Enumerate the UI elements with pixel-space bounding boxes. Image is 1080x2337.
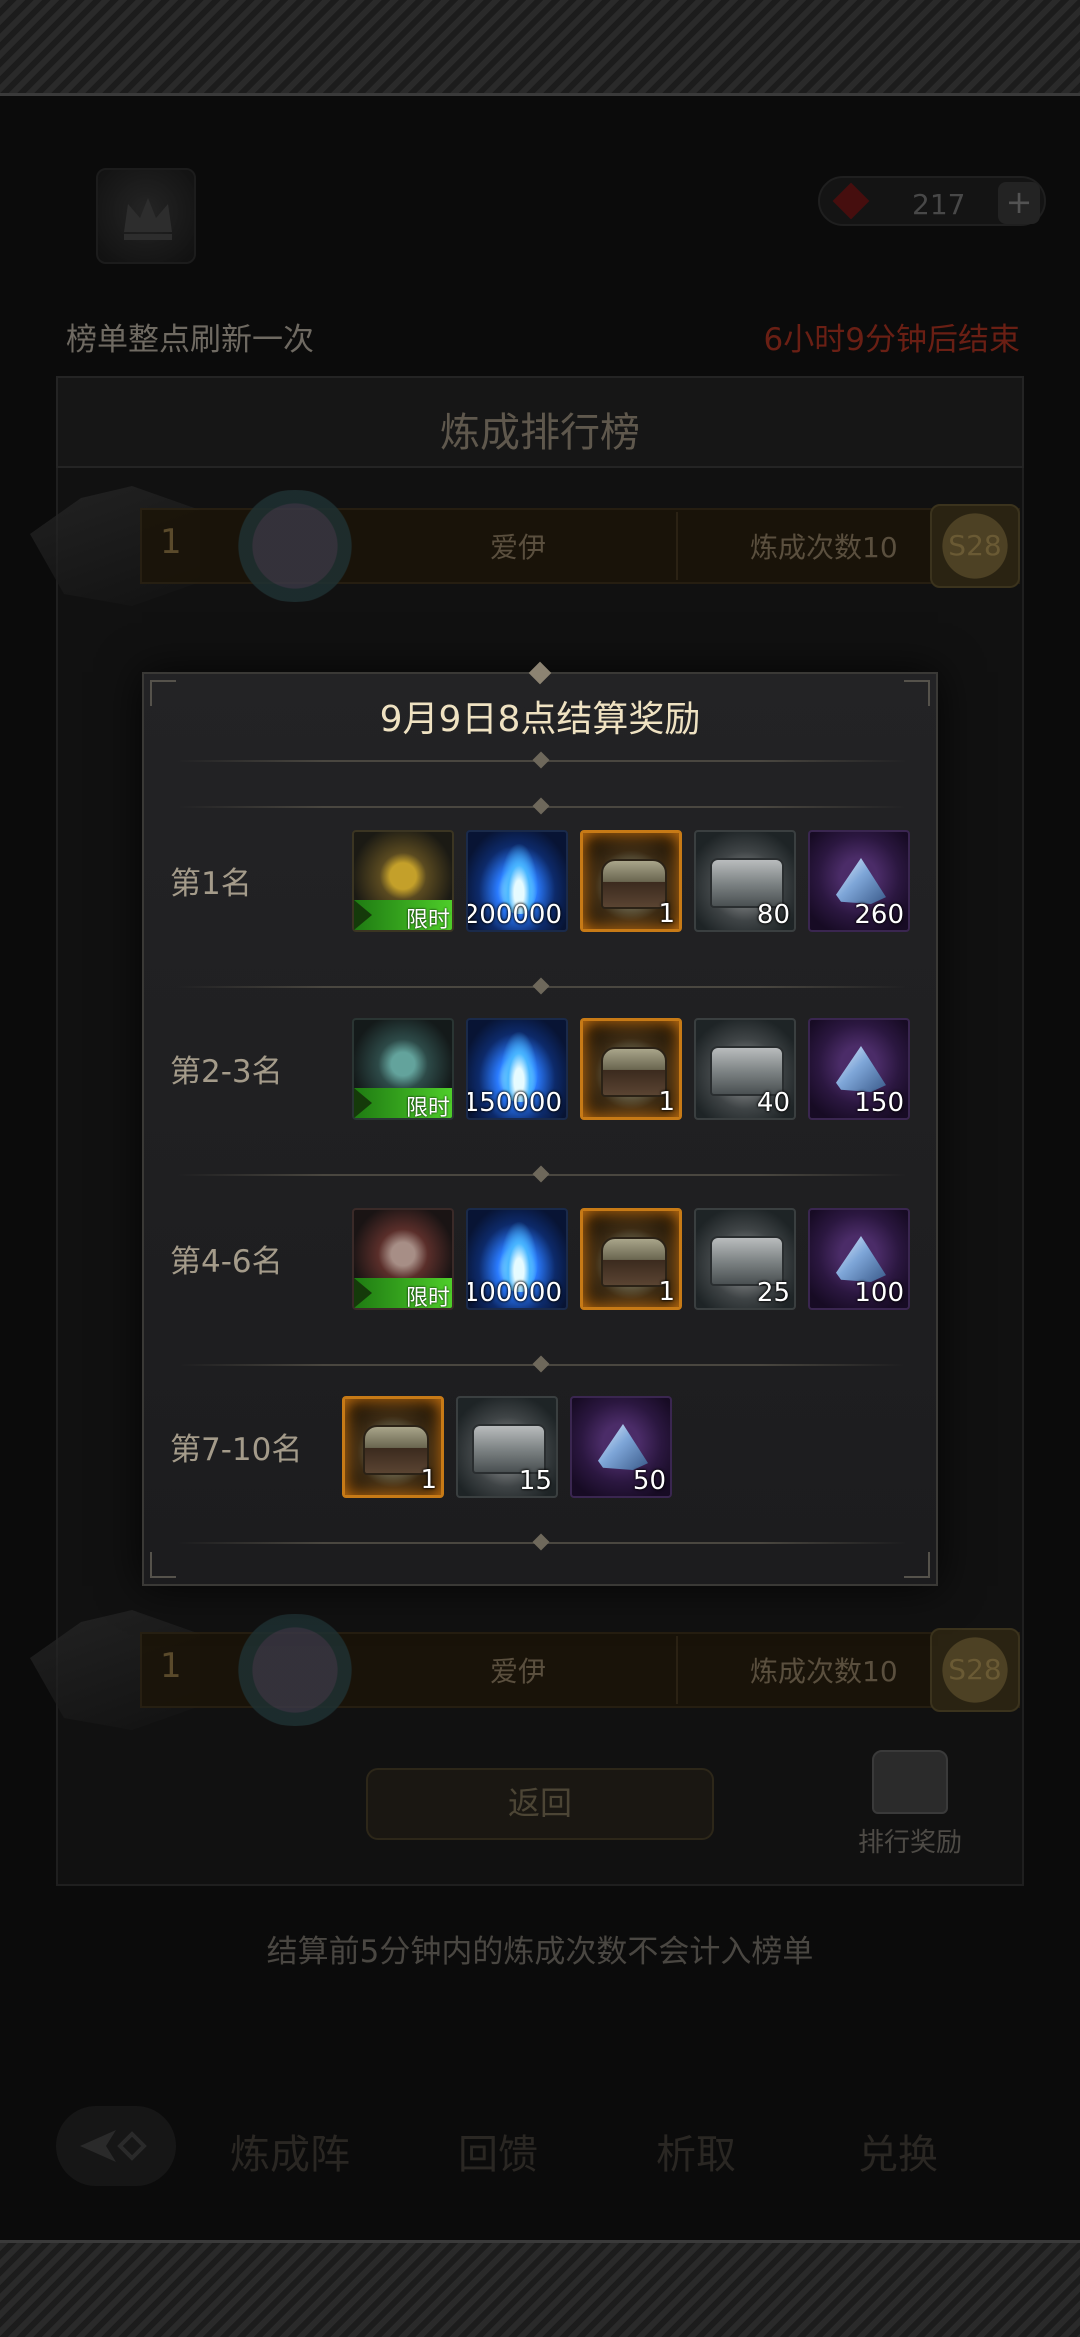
item-quantity: 100 [854,1278,904,1308]
tier-label: 第4-6名 [170,1244,283,1280]
divider [178,1364,906,1366]
blue-flame-icon[interactable]: 200000 [466,830,568,932]
ranking-row[interactable]: 1 爱伊 炼成次数10 S28 [30,1610,1050,1730]
tab-refine-array[interactable]: 炼成阵 [230,2122,350,2180]
golden-chest-icon[interactable]: 1 [580,1208,682,1310]
reward-dialog: 9月9日8点结算奖励 第1名 限时 200000 1 80 260 第2-3名 限时 15000… [142,661,940,1586]
crown-icon [124,198,172,240]
silver-chest-icon[interactable]: 40 [694,1018,796,1120]
rank-number: 1 [160,522,182,562]
tier-label: 第1名 [170,866,252,902]
chest-icon [872,1750,948,1814]
ranking-row[interactable]: 1 爱伊 炼成次数10 S28 [30,486,1050,606]
server-badge: S28 [930,504,1020,588]
ruby-icon [832,182,870,220]
crystal-icon[interactable]: 260 [808,830,910,932]
ranking-reward-label: 排行奖励 [857,1828,962,1858]
refine-count: 炼成次数10 [750,1655,898,1688]
ranking-title-bar: 炼成排行榜 [56,376,1024,468]
silver-chest-icon[interactable]: 80 [694,830,796,932]
player-name: 爱伊 [490,531,547,564]
item-quantity: 1 [420,1465,437,1495]
corner-ornament [150,1552,176,1578]
golden-chest-icon[interactable]: 1 [580,830,682,932]
item-quantity: 1 [658,1277,675,1307]
back-button[interactable]: 返回 [366,1768,714,1840]
reward-tier: 第7-10名 1 15 50 [144,1390,940,1502]
crystal-icon[interactable]: 50 [570,1396,672,1498]
limited-tag: 限时 [354,1088,452,1118]
silver-chest-icon[interactable]: 15 [456,1396,558,1498]
item-quantity: 25 [756,1278,790,1308]
ranking-reward-button[interactable]: 排行奖励 [850,1750,970,1870]
golden-chest-icon[interactable]: 1 [580,1018,682,1120]
diamond-back-icon [80,2130,147,2162]
divider [178,1174,906,1176]
golden-chest-icon[interactable]: 1 [342,1396,444,1498]
golden-beast-icon[interactable]: 限时 [352,830,454,932]
row-divider [676,512,678,580]
divider [178,806,906,808]
dialog-title: 9月9日8点结算奖励 [379,699,701,740]
item-quantity: 40 [756,1088,790,1118]
corner-ornament [904,1552,930,1578]
rank-number: 1 [160,1646,182,1686]
player-name: 爱伊 [490,1655,547,1688]
reward-tier: 第4-6名限时 100000 1 25 100 [144,1202,940,1314]
tab-exchange[interactable]: 兑换 [858,2122,938,2180]
refresh-note: 榜单整点刷新一次 [66,322,314,358]
bottom-tab-bar: 炼成阵 回馈 析取 兑换 [0,2096,1080,2196]
add-currency-button[interactable]: + [998,182,1040,224]
item-quantity: 1 [658,1087,675,1117]
reward-tier: 第2-3名限时 150000 1 40 150 [144,1012,940,1124]
teal-beast-icon[interactable]: 限时 [352,1018,454,1120]
crown-button[interactable] [96,168,196,264]
limited-tag: 限时 [354,1278,452,1308]
crystal-icon[interactable]: 150 [808,1018,910,1120]
divider [178,986,906,988]
item-quantity: 1 [658,899,675,929]
avatar [220,490,370,602]
item-quantity: 260 [854,900,904,930]
server-badge: S28 [930,1628,1020,1712]
item-quantity: 80 [756,900,790,930]
tier-label: 第2-3名 [170,1054,283,1090]
reward-tier: 第1名限时 200000 1 80 260 [144,824,940,936]
avatar [220,1614,370,1726]
settlement-note: 结算前5分钟内的炼成次数不会计入榜单 [266,1934,814,1970]
currency-display: 217 + [818,176,1046,226]
silver-chest-icon[interactable]: 25 [694,1208,796,1310]
item-quantity: 150 [854,1088,904,1118]
ranking-title: 炼成排行榜 [440,410,640,456]
divider [178,760,906,762]
bottom-frame [0,2240,1080,2337]
blue-flame-icon[interactable]: 150000 [466,1018,568,1120]
refine-count: 炼成次数10 [750,531,898,564]
row-divider [676,1636,678,1704]
item-quantity: 50 [632,1466,666,1496]
tab-extract[interactable]: 析取 [656,2122,736,2180]
item-quantity: 200000 [466,900,562,930]
tab-feedback[interactable]: 回馈 [458,2122,538,2180]
item-quantity: 150000 [466,1088,562,1118]
limited-tag: 限时 [354,900,452,930]
top-frame [0,0,1080,96]
countdown-text: 6小时9分钟后结束 [763,322,1020,358]
crimson-beast-icon[interactable]: 限时 [352,1208,454,1310]
tier-label: 第7-10名 [170,1432,303,1468]
currency-value: 217 [912,188,966,221]
item-quantity: 100000 [466,1278,562,1308]
crystal-icon[interactable]: 100 [808,1208,910,1310]
divider [178,1542,906,1544]
home-button[interactable] [56,2106,176,2186]
item-quantity: 15 [518,1466,552,1496]
blue-flame-icon[interactable]: 100000 [466,1208,568,1310]
